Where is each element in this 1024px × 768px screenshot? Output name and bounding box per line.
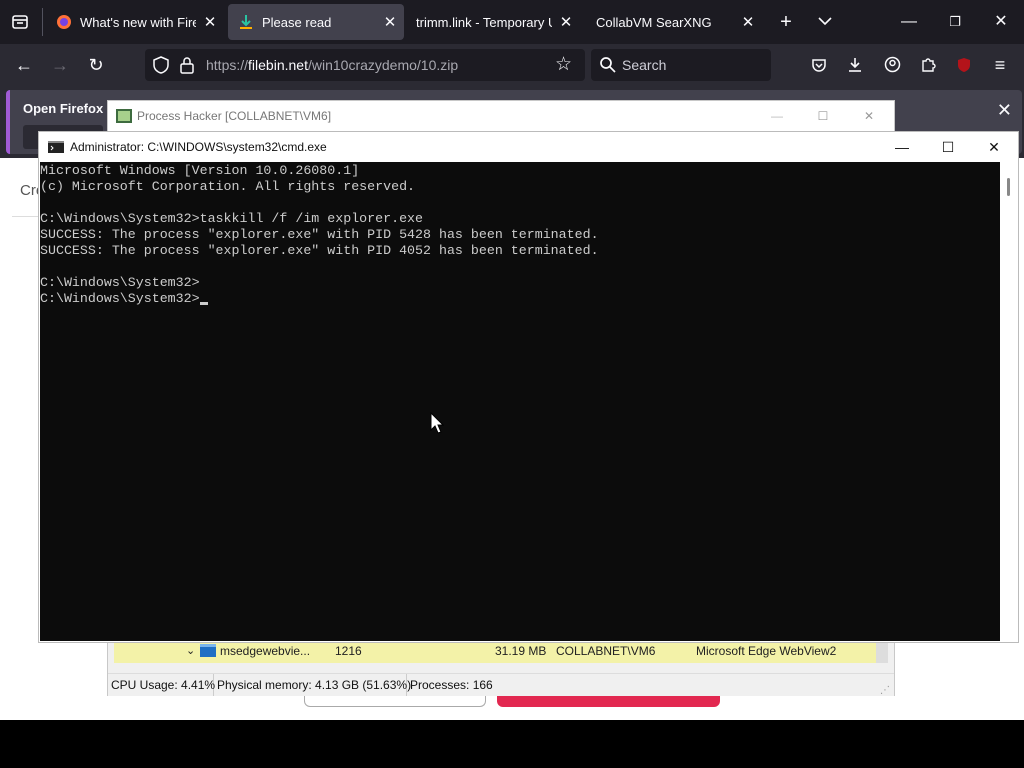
search-icon (600, 57, 616, 73)
process-hacker-titlebar[interactable]: Process Hacker [COLLABNET\VM6] — ☐ ✕ (108, 101, 894, 131)
cmd-titlebar[interactable]: Administrator: C:\WINDOWS\system32\cmd.e… (39, 132, 1018, 162)
console-line: SUCCESS: The process "explorer.exe" with… (40, 243, 599, 258)
new-tab-plus-icon[interactable]: + (770, 0, 802, 44)
bookmark-star-icon[interactable]: ☆ (555, 53, 572, 77)
tab-title: trimm.link - Temporary URL (416, 14, 552, 30)
resize-grip-icon[interactable]: ⋰ (880, 680, 890, 702)
firefox-view-icon[interactable] (4, 0, 36, 44)
tab-title: What's new with Firefox (80, 14, 196, 30)
cmd-icon (48, 141, 64, 153)
firefox-logo-icon (57, 15, 71, 29)
tab-title: CollabVM SearXNG (596, 14, 712, 30)
back-arrow-icon[interactable]: ← (6, 44, 42, 86)
list-tabs-chevron-icon[interactable] (808, 0, 842, 44)
minimize-icon[interactable]: — (879, 132, 925, 162)
url-text[interactable]: https://filebin.net/win10crazydemo/10.zi… (206, 49, 546, 81)
console-output[interactable]: Microsoft Windows [Version 10.0.26080.1]… (40, 162, 1000, 641)
reload-icon[interactable]: ↻ (78, 44, 114, 86)
close-icon[interactable]: ✕ (854, 101, 884, 131)
maximize-icon[interactable]: ☐ (925, 132, 971, 162)
close-tab-icon[interactable]: ✕ (552, 13, 580, 31)
process-hacker-title: Process Hacker [COLLABNET\VM6] (137, 109, 332, 123)
restore-icon[interactable]: ❐ (932, 0, 978, 44)
close-tab-icon[interactable]: ✕ (196, 13, 224, 31)
console-line: (c) Microsoft Corporation. All rights re… (40, 179, 416, 194)
mouse-pointer-icon (430, 412, 444, 434)
console-line: SUCCESS: The process "explorer.exe" with… (40, 227, 599, 242)
console-scrollbar[interactable] (1000, 162, 1017, 641)
tab-trimm-link[interactable]: trimm.link - Temporary URL ✕ (406, 4, 580, 40)
console-line: C:\Windows\System32>taskkill /f /im expl… (40, 211, 424, 226)
close-tab-icon[interactable]: ✕ (734, 13, 762, 31)
shield-icon[interactable] (152, 56, 170, 74)
tab-title: Please read (262, 14, 332, 30)
download-arrow-icon (240, 15, 252, 29)
extensions-icon[interactable] (910, 44, 946, 86)
cpu-usage: CPU Usage: 4.41% (108, 674, 215, 696)
cmd-window: Administrator: C:\WINDOWS\system32\cmd.e… (38, 131, 1019, 643)
status-bar: CPU Usage: 4.41% Physical memory: 4.13 G… (108, 673, 894, 696)
page-divider (12, 216, 40, 217)
minimize-icon[interactable]: — (762, 101, 792, 131)
tab-whats-new[interactable]: What's new with Firefox ✕ (46, 4, 224, 40)
console-prompt-line: C:\Windows\System32> (40, 291, 200, 306)
pocket-icon[interactable] (801, 44, 837, 86)
search-bar[interactable]: Search (591, 49, 771, 81)
tab-divider (42, 8, 43, 36)
process-icon (200, 644, 216, 657)
search-placeholder: Search (622, 57, 667, 73)
maximize-icon[interactable]: ☐ (808, 101, 838, 131)
forward-arrow-icon[interactable]: → (42, 44, 78, 86)
close-tab-icon[interactable]: ✕ (376, 13, 404, 31)
process-hacker-icon (116, 109, 132, 123)
tab-please-read[interactable]: Please read ✕ (228, 4, 404, 40)
minimize-icon[interactable]: — (886, 0, 932, 44)
cmd-title: Administrator: C:\WINDOWS\system32\cmd.e… (70, 140, 327, 154)
tab-collabvm-searxng[interactable]: CollabVM SearXNG ✕ (586, 4, 762, 40)
close-window-icon[interactable]: ✕ (978, 0, 1024, 44)
close-icon[interactable]: ✕ (971, 132, 1017, 162)
url-domain: filebin.net (248, 57, 308, 73)
process-count: Processes: 166 (410, 678, 493, 692)
physical-memory: Physical memory: 4.13 GB (51.63%) (214, 674, 411, 696)
url-bar[interactable]: https://filebin.net/win10crazydemo/10.zi… (145, 49, 585, 81)
console-line: C:\Windows\System32> (40, 275, 200, 290)
downloads-icon[interactable] (837, 44, 873, 86)
console-line: Microsoft Windows [Version 10.0.26080.1] (40, 163, 360, 178)
account-icon[interactable] (874, 44, 910, 86)
notification-close-icon[interactable]: ✕ (997, 100, 1012, 121)
lock-icon[interactable] (179, 56, 195, 74)
scrollbar-thumb[interactable] (1007, 178, 1010, 196)
tab-bar: What's new with Firefox ✕ Please read ✕ … (0, 0, 1024, 44)
ublock-origin-icon[interactable] (946, 44, 982, 86)
text-cursor (200, 302, 208, 305)
hamburger-menu-icon[interactable]: ≡ (982, 44, 1018, 86)
